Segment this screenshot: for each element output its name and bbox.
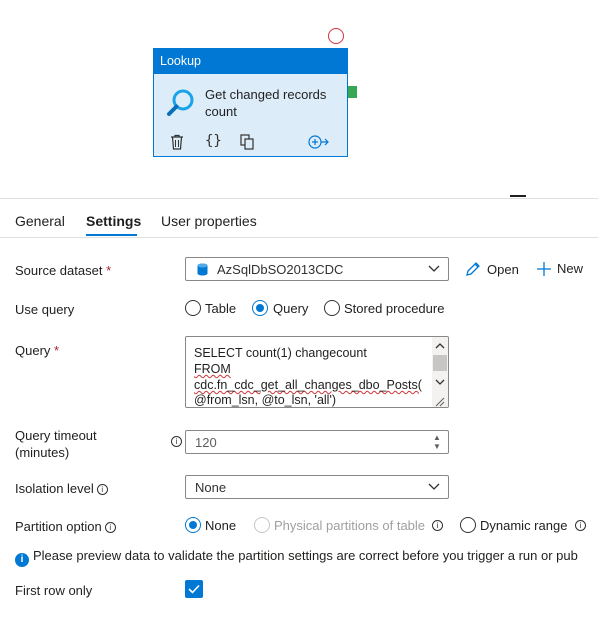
isolation-level-value: None [195, 480, 227, 495]
radio-query[interactable] [252, 300, 268, 316]
tab-user-properties[interactable]: User properties [161, 213, 257, 229]
add-output-arrow-icon[interactable] [308, 135, 330, 152]
radio-stored-procedure[interactable] [324, 300, 340, 316]
info-icon[interactable]: i [432, 520, 443, 531]
checkmark-icon [188, 583, 200, 598]
query-textarea[interactable]: SELECT count(1) changecount FROM cdc.fn_… [185, 336, 449, 408]
tab-settings[interactable]: Settings [86, 213, 141, 229]
radio-dynamic-range[interactable] [460, 517, 476, 533]
radio-physical-partitions[interactable] [254, 517, 270, 533]
query-timeout-label: Query timeout (minutes) [15, 428, 97, 460]
radio-table[interactable] [185, 300, 201, 316]
radio-query-label: Query [273, 301, 309, 316]
tab-general[interactable]: General [15, 213, 65, 229]
pencil-icon [465, 261, 481, 280]
lookup-search-icon [166, 88, 196, 121]
partition-notice: i Please preview data to validate the par… [15, 548, 578, 567]
info-icon[interactable]: i [96, 484, 108, 495]
radio-partition-none[interactable] [185, 517, 201, 533]
query-line: SELECT count(1) changecount [194, 346, 367, 360]
active-tab-indicator [86, 234, 137, 236]
query-timeout-value: 120 [195, 435, 217, 450]
info-icon[interactable]: i [171, 436, 182, 447]
radio-partition-none-label: None [205, 518, 237, 533]
radio-stored-procedure-label: Stored procedure [344, 301, 445, 316]
first-row-only-checkbox[interactable] [185, 580, 203, 598]
open-dataset-button[interactable]: Open [465, 261, 519, 280]
radio-physical-partitions-label: Physical partitions of table [274, 518, 426, 533]
scrollbar-thumb[interactable] [433, 355, 447, 371]
query-label: Query * [15, 343, 60, 358]
radio-table-label: Table [205, 301, 237, 316]
source-dataset-label: Source dataset * [15, 263, 112, 278]
radio-dynamic-range-label: Dynamic range [480, 518, 568, 533]
isolation-level-label: Isolation level i [15, 480, 108, 497]
info-filled-icon: i [15, 553, 29, 567]
success-connector-handle[interactable] [348, 86, 357, 98]
decrement-icon[interactable]: ▼ [432, 442, 442, 452]
chevron-down-icon [428, 262, 440, 277]
query-line: @from_lsn, @to_lsn, 'all') [194, 393, 336, 407]
required-mark: * [106, 263, 112, 278]
properties-tabs: General Settings User properties [0, 199, 598, 238]
query-line: FROM [194, 362, 231, 376]
query-line: cdc.fn_cdc_get_all_changes_dbo_Posts( [194, 378, 422, 392]
query-timeout-input[interactable]: 120 ▲ ▼ [185, 430, 449, 454]
lookup-activity-card[interactable]: Lookup Get changed records count {} [153, 48, 348, 157]
isolation-level-dropdown[interactable]: None [185, 475, 449, 499]
info-icon[interactable]: i [104, 522, 116, 533]
plus-icon [537, 262, 551, 279]
scroll-down-icon[interactable] [435, 375, 445, 390]
textarea-scrollbar[interactable] [432, 337, 448, 407]
source-dataset-value: AzSqlDbSO2013CDC [217, 262, 344, 277]
pipeline-canvas: Lookup Get changed records count {} [0, 0, 598, 198]
panel-resize-handle[interactable] [510, 195, 526, 197]
code-braces-icon[interactable]: {} [205, 133, 222, 149]
first-row-only-label: First row only [15, 583, 93, 598]
delete-icon[interactable] [170, 134, 184, 153]
required-mark: * [54, 343, 60, 358]
info-icon[interactable]: i [575, 520, 586, 531]
activity-type-label: Lookup [154, 49, 347, 74]
copy-icon[interactable] [240, 134, 255, 153]
sql-database-icon [197, 263, 208, 279]
chevron-down-icon [428, 480, 440, 495]
scroll-up-icon[interactable] [435, 339, 445, 354]
partition-option-label: Partition option i [15, 518, 116, 535]
activity-name: Get changed records count [205, 87, 327, 119]
source-dataset-dropdown[interactable]: AzSqlDbSO2013CDC [185, 257, 449, 281]
new-dataset-button[interactable]: New [537, 261, 583, 279]
use-query-label: Use query [15, 302, 75, 317]
resize-grip-icon[interactable] [435, 395, 445, 407]
error-connector-handle[interactable] [328, 28, 344, 44]
